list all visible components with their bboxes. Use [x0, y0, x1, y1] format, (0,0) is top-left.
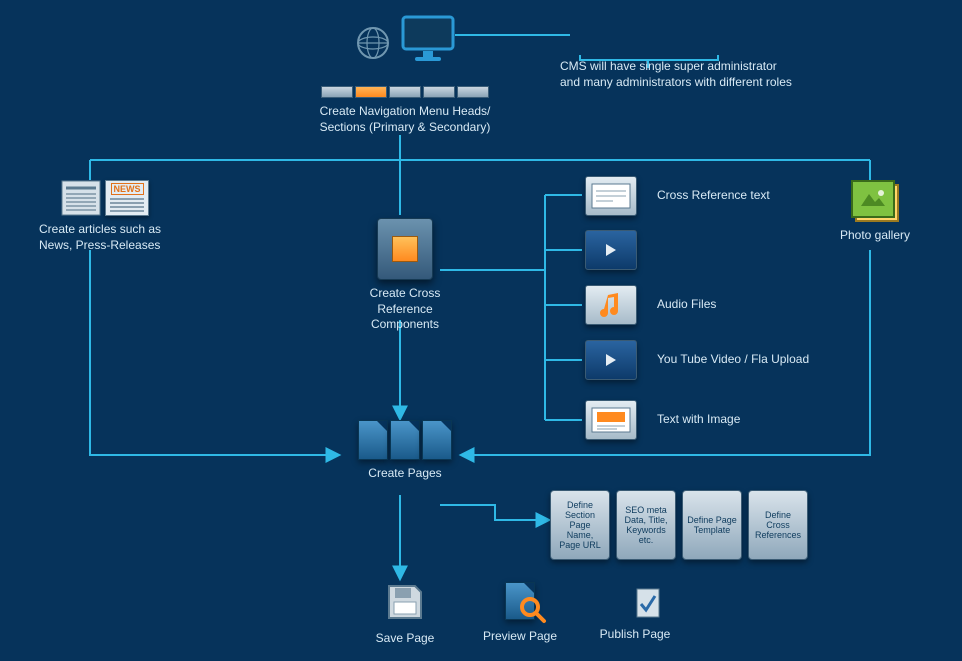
super-admin-icon — [564, 14, 590, 50]
page-icon — [358, 420, 388, 460]
page-icon — [390, 420, 420, 460]
gallery-label: Photo gallery — [830, 228, 920, 244]
cross-ref-label: Create Cross Reference Components — [345, 286, 465, 333]
nav-tab-active — [355, 86, 387, 98]
page-icon — [422, 420, 452, 460]
monitor-icon — [401, 15, 455, 61]
card-crossref: Define Cross References — [748, 490, 808, 560]
nav-tab — [423, 86, 455, 98]
video-icon — [585, 230, 637, 270]
cross-ref-node: Create Cross Reference Components — [345, 218, 465, 333]
audio-icon — [585, 285, 637, 325]
nav-tabs-group: Create Navigation Menu Heads/ Sections (… — [315, 86, 495, 135]
articles-node: NEWS Create articles such as News, Press… — [35, 180, 175, 253]
top-devices — [345, 15, 465, 61]
nav-tab — [389, 86, 421, 98]
preview-label: Preview Page — [475, 629, 565, 645]
news-badge: NEWS — [111, 183, 144, 195]
youtube-icon — [585, 340, 637, 380]
nav-tab — [321, 86, 353, 98]
save-label: Save Page — [370, 631, 440, 647]
admins-label: CMS will have single super administrator… — [560, 59, 800, 90]
component-audio: Audio Files — [585, 285, 716, 325]
card-section: Define Section Page Name, Page URL — [550, 490, 610, 560]
create-pages-label: Create Pages — [345, 466, 465, 482]
globe-icon — [355, 25, 391, 61]
component-label: Audio Files — [657, 297, 716, 313]
admin-icon — [676, 14, 702, 50]
component-text-image: Text with Image — [585, 400, 740, 440]
component-label: Cross Reference text — [657, 188, 770, 204]
component-label: Text with Image — [657, 412, 740, 428]
approve-page-icon — [636, 588, 660, 618]
component-label: You Tube Video / Fla Upload — [657, 352, 809, 368]
card-template: Define Page Template — [682, 490, 742, 560]
admins-group: CMS will have single super administrator… — [560, 14, 800, 90]
publish-page-node: Publish Page — [590, 582, 680, 643]
admin-icon — [639, 14, 665, 50]
publish-label: Publish Page — [590, 627, 680, 643]
save-icon — [385, 582, 425, 622]
preview-page-node: Preview Page — [475, 582, 565, 645]
admin-icon — [601, 14, 627, 50]
gallery-node: Photo gallery — [830, 180, 920, 244]
nav-label: Create Navigation Menu Heads/ Sections (… — [315, 104, 495, 135]
component-crossref-text: Cross Reference text — [585, 176, 770, 216]
newspaper-icon — [61, 180, 101, 216]
magnifier-icon — [519, 596, 547, 624]
create-pages-node: Create Pages — [345, 420, 465, 482]
articles-label: Create articles such as News, Press-Rele… — [35, 222, 175, 253]
component-youtube: You Tube Video / Fla Upload — [585, 340, 809, 380]
nav-tab — [457, 86, 489, 98]
form-icon — [585, 176, 637, 216]
save-page-node: Save Page — [370, 582, 440, 647]
page-config-cards: Define Section Page Name, Page URL SEO m… — [550, 490, 808, 560]
text-image-icon — [585, 400, 637, 440]
component-video — [585, 230, 657, 270]
card-seo: SEO meta Data, Title, Keywords etc. — [616, 490, 676, 560]
